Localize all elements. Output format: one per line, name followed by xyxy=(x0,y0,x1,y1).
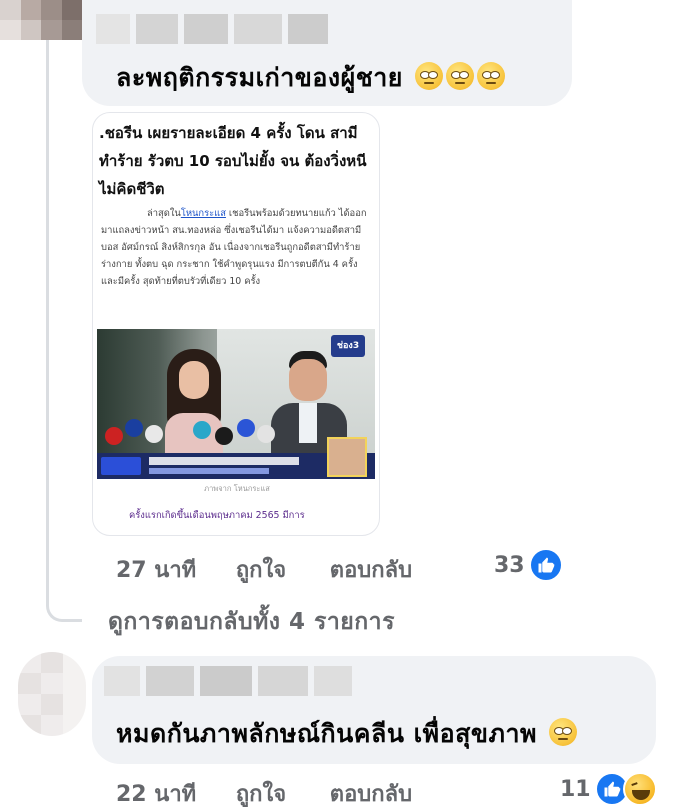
avatar[interactable] xyxy=(18,652,86,736)
commenter-name-blurred[interactable] xyxy=(96,14,328,44)
reply-button[interactable]: ตอบกลับ xyxy=(330,776,412,808)
tv-inset-photo xyxy=(327,437,367,477)
comment-text: ละพฤติกรรมเก่าของผู้ชาย xyxy=(116,58,506,98)
reaction-summary[interactable]: 33 xyxy=(494,548,563,582)
rolling-eyes-emoji-icon xyxy=(415,62,444,90)
news-body: ล่าสุดในโหนกระแส เชอรีนพร้อมด้วยทนายแก้ว… xyxy=(101,205,371,290)
reply-thread-line xyxy=(46,30,82,622)
comment-timestamp[interactable]: 27 นาที xyxy=(116,552,196,587)
reaction-count: 11 xyxy=(560,776,591,802)
reaction-summary[interactable]: 11 xyxy=(560,772,657,806)
rolling-eyes-emoji-icon xyxy=(549,718,578,746)
thumbs-up-icon xyxy=(528,548,563,582)
news-photo: ช่อง3 xyxy=(97,329,375,479)
commenter-name-blurred[interactable] xyxy=(104,666,352,696)
comment-text-content: หมดกันภาพลักษณ์กินคลีน เพื่อสุขภาพ xyxy=(116,719,537,748)
news-body-prefix: ล่าสุดใน xyxy=(147,208,181,219)
comment-timestamp[interactable]: 22 นาที xyxy=(116,776,196,808)
rolling-eyes-emoji-icon xyxy=(477,62,506,90)
reaction-count: 33 xyxy=(494,552,525,578)
tv-channel-logo: ช่อง3 xyxy=(331,335,365,357)
haha-emoji-icon xyxy=(622,772,657,806)
reply-button[interactable]: ตอบกลับ xyxy=(330,552,412,587)
rolling-eyes-emoji-icon xyxy=(446,62,475,90)
microphones xyxy=(97,415,277,455)
news-foot-text: ครั้งแรกเกิดขึ้นเดือนพฤษภาคม 2565 มีการ xyxy=(129,510,305,521)
avatar[interactable] xyxy=(0,0,82,40)
comment-text: หมดกันภาพลักษณ์กินคลีน เพื่อสุขภาพ xyxy=(116,714,578,754)
like-button[interactable]: ถูกใจ xyxy=(236,552,286,587)
comment-actions: 22 นาที ถูกใจ ตอบกลับ xyxy=(116,776,448,808)
comment-actions: 27 นาที ถูกใจ ตอบกลับ xyxy=(116,552,448,587)
photo-caption: ภาพจาก โหนกระแส xyxy=(204,484,270,493)
news-source-link: โหนกระแส xyxy=(180,208,226,219)
news-headline: .ชอรีน เผยรายละเอียด 4 ครั้ง โดน สามีทำร… xyxy=(99,124,367,198)
comment-text-content: ละพฤติกรรมเก่าของผู้ชาย xyxy=(116,63,403,92)
view-replies-link[interactable]: ดูการตอบกลับทั้ง 4 รายการ xyxy=(108,604,395,640)
like-button[interactable]: ถูกใจ xyxy=(236,776,286,808)
comment-attached-image[interactable]: .ชอรีน เผยรายละเอียด 4 ครั้ง โดน สามีทำร… xyxy=(92,112,380,536)
news-body-text: เชอรีนพร้อมด้วยทนายแก้ว ได้ออกมาแถลงข่าว… xyxy=(101,208,367,287)
